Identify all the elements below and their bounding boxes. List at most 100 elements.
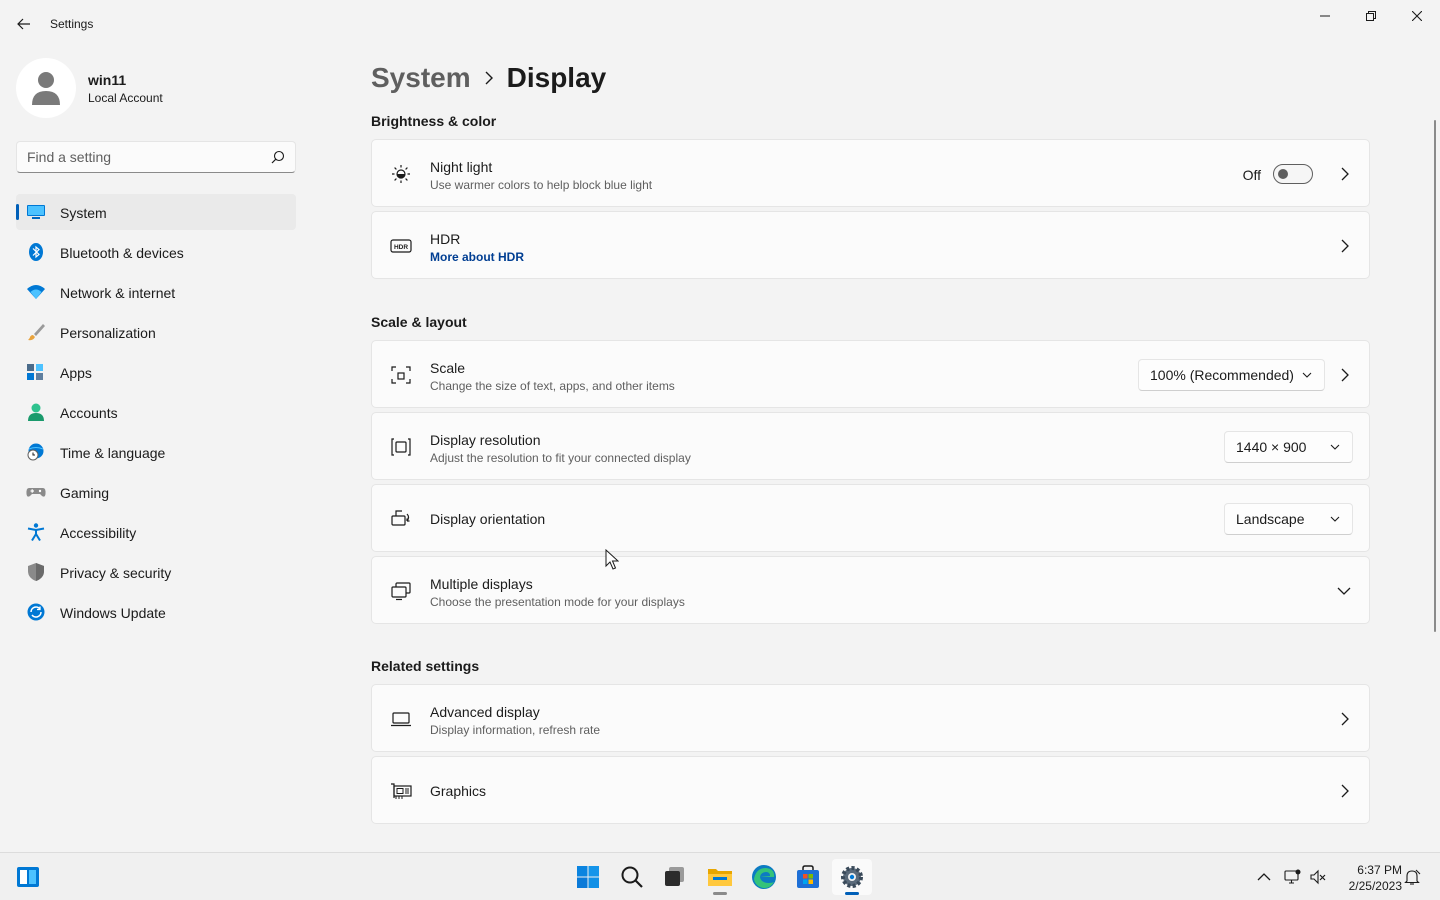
graphics-card[interactable]: Graphics (371, 756, 1370, 824)
restore-icon (1366, 11, 1376, 21)
start-button[interactable] (568, 859, 608, 895)
task-view-button[interactable] (655, 859, 695, 895)
maximize-button[interactable] (1348, 0, 1394, 32)
store-button[interactable] (788, 859, 828, 895)
advanced-display-title: Advanced display (430, 704, 540, 720)
volume-tray-button[interactable] (1308, 867, 1328, 887)
chevron-right-icon (485, 71, 493, 85)
search-icon (621, 866, 643, 888)
show-hidden-icons-button[interactable] (1254, 867, 1274, 887)
chevron-right-icon (1341, 239, 1349, 253)
resolution-dropdown[interactable]: 1440 × 900 (1224, 431, 1353, 463)
chevron-down-icon (1330, 444, 1340, 450)
scrollbar[interactable] (1434, 120, 1436, 632)
sidebar-item-label: Bluetooth & devices (60, 245, 184, 261)
section-title-scale-layout: Scale & layout (371, 314, 467, 330)
account-type: Local Account (88, 91, 163, 105)
sidebar-item-label: System (60, 205, 107, 221)
scale-card[interactable]: Scale Change the size of text, apps, and… (371, 340, 1370, 408)
breadcrumb: System Display (371, 58, 606, 98)
volume-muted-icon (1310, 869, 1326, 885)
night-light-toggle[interactable] (1273, 164, 1313, 184)
sidebar-item-label: Apps (60, 365, 92, 381)
sidebar-item-bluetooth[interactable]: Bluetooth & devices (16, 234, 296, 270)
close-button[interactable] (1394, 0, 1440, 32)
user-name: win11 (88, 72, 127, 88)
user-profile[interactable]: win11 Local Account (16, 58, 316, 118)
update-icon (27, 603, 45, 621)
notifications-button[interactable] (1402, 867, 1422, 887)
sidebar-item-personalization[interactable]: Personalization (16, 314, 296, 350)
orientation-value: Landscape (1236, 511, 1305, 527)
sidebar-item-label: Privacy & security (60, 565, 172, 581)
search-box (16, 141, 296, 173)
hdr-link[interactable]: More about HDR (430, 250, 524, 264)
taskbar-clock[interactable]: 6:37 PM 2/25/2023 (1330, 862, 1402, 894)
night-light-title: Night light (430, 159, 493, 175)
network-tray-button[interactable] (1282, 867, 1302, 887)
brightness-icon (392, 165, 410, 183)
search-input[interactable] (17, 142, 257, 172)
settings-taskbar-button[interactable] (832, 859, 872, 895)
search-taskbar-button[interactable] (612, 859, 652, 895)
back-button[interactable] (8, 8, 40, 40)
sidebar-item-gaming[interactable]: Gaming (16, 474, 296, 510)
graphics-card-icon (391, 783, 412, 799)
sidebar-item-label: Gaming (60, 485, 110, 501)
sidebar-item-windows-update[interactable]: Windows Update (16, 594, 296, 630)
sidebar-item-label: Network & internet (60, 285, 176, 301)
multiple-displays-subtitle: Choose the presentation mode for your di… (430, 595, 685, 609)
multiple-displays-card[interactable]: Multiple displays Choose the presentatio… (371, 556, 1370, 624)
chevron-up-icon (1257, 873, 1271, 881)
edge-button[interactable] (744, 859, 784, 895)
minimize-button[interactable] (1302, 0, 1348, 32)
search-icon[interactable] (271, 150, 285, 164)
file-explorer-button[interactable] (700, 859, 740, 895)
chevron-right-icon (1341, 167, 1349, 181)
svg-text:HDR: HDR (394, 244, 408, 251)
sidebar-item-privacy[interactable]: Privacy & security (16, 554, 296, 590)
network-disconnected-icon (1284, 869, 1301, 884)
widgets-icon (17, 867, 39, 887)
gamepad-icon (26, 488, 46, 497)
orientation-card: Display orientation Landscape (371, 484, 1370, 552)
title-bar: Settings (0, 0, 1440, 48)
sidebar-item-apps[interactable]: Apps (16, 354, 296, 390)
widgets-button[interactable] (8, 859, 48, 895)
app-title: Settings (50, 17, 94, 31)
sidebar-item-accessibility[interactable]: Accessibility (16, 514, 296, 550)
monitor-icon (27, 205, 45, 219)
notification-bell-icon (1404, 869, 1421, 885)
section-title-brightness: Brightness & color (371, 113, 497, 129)
clock-date: 2/25/2023 (1348, 879, 1402, 893)
hdr-card[interactable]: HDR HDR More about HDR (371, 211, 1370, 279)
scale-icon (391, 366, 411, 384)
sidebar-item-system[interactable]: System (16, 194, 296, 230)
globe-clock-icon (27, 443, 44, 461)
resolution-value: 1440 × 900 (1236, 439, 1307, 455)
folder-icon (708, 869, 732, 886)
task-view-icon (665, 867, 684, 886)
scale-value: 100% (Recommended) (1150, 367, 1294, 383)
hdr-title: HDR (430, 231, 461, 247)
sidebar-item-accounts[interactable]: Accounts (16, 394, 296, 430)
store-icon (797, 865, 819, 888)
scale-subtitle: Change the size of text, apps, and other… (430, 379, 675, 393)
sidebar-item-label: Time & language (60, 445, 166, 461)
person-avatar-icon (32, 72, 60, 105)
breadcrumb-parent[interactable]: System (371, 62, 471, 94)
brush-icon (28, 324, 45, 341)
sidebar-item-time-language[interactable]: Time & language (16, 434, 296, 470)
advanced-display-card[interactable]: Advanced display Display information, re… (371, 684, 1370, 752)
scale-dropdown[interactable]: 100% (Recommended) (1138, 359, 1325, 391)
resolution-subtitle: Adjust the resolution to fit your connec… (430, 451, 691, 465)
sidebar-nav: System Bluetooth & devices Network & int… (16, 194, 296, 634)
chevron-down-icon[interactable] (1337, 586, 1351, 596)
accessibility-icon (27, 523, 45, 541)
scale-title: Scale (430, 360, 466, 376)
orientation-dropdown[interactable]: Landscape (1224, 503, 1353, 535)
night-light-card[interactable]: Night light Use warmer colors to help bl… (371, 139, 1370, 207)
edge-browser-icon (752, 865, 776, 889)
chevron-right-icon (1341, 712, 1349, 726)
sidebar-item-network[interactable]: Network & internet (16, 274, 296, 310)
